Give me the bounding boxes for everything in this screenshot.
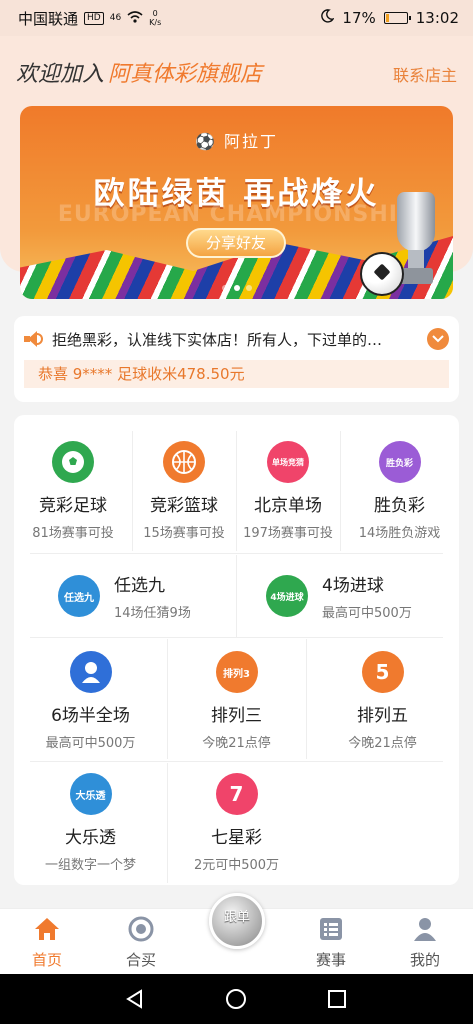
game-name: 竞彩篮球: [150, 496, 218, 516]
status-bar: 中国联通 HD 46 0 K/s 17% 13:02: [0, 0, 473, 36]
pailie-three-icon: 排列3: [215, 651, 258, 693]
game-name: 胜负彩: [374, 496, 425, 516]
game-lotto[interactable]: 大乐透 大乐透 一组数字一个梦: [14, 773, 167, 873]
network-speed: 0 K/s: [149, 9, 162, 27]
speaker-icon: [24, 330, 44, 348]
home-circle-icon[interactable]: [225, 988, 247, 1014]
banner-brand: ⚽ 阿拉丁: [194, 132, 279, 151]
game-win-lose[interactable]: 胜负彩 胜负彩 14场胜负游戏: [340, 441, 459, 541]
four-goals-icon: 4场进球: [266, 575, 308, 617]
beijing-single-icon: 单场竞猜: [267, 441, 309, 483]
tab-matches[interactable]: 赛事: [296, 915, 366, 970]
game-name: 4场进球: [322, 576, 384, 596]
battery-percent: 17%: [342, 9, 376, 27]
pick-nine-icon: 任选九: [58, 575, 100, 617]
game-subtitle: 14场胜负游戏: [358, 526, 441, 541]
tab-group-buy[interactable]: 合买: [106, 915, 176, 970]
game-jingcai-basketball[interactable]: 竞彩篮球 15场赛事可投: [132, 441, 236, 541]
shop-name: 阿真体彩旗舰店: [108, 62, 263, 87]
game-name: 北京单场: [254, 496, 322, 516]
tab-mine[interactable]: 我的: [390, 915, 460, 970]
game-name: 大乐透: [65, 828, 116, 848]
banner-dot[interactable]: [245, 285, 252, 291]
banner-pagination[interactable]: [20, 285, 453, 291]
game-pailie-five[interactable]: 5 排列五 今晚21点停: [306, 651, 459, 751]
welcome-prefix: 欢迎加入: [16, 62, 105, 87]
game-pick-nine[interactable]: 任选九 任选九 14场任猜9场: [58, 571, 191, 621]
game-subtitle: 15场赛事可投: [143, 526, 225, 541]
follow-order-button[interactable]: 跟单: [209, 893, 265, 949]
win-lose-icon: 胜负彩: [378, 441, 421, 483]
system-nav-bar: [0, 974, 473, 1024]
pailie-five-icon: 5: [361, 651, 404, 693]
game-name: 任选九: [114, 576, 165, 596]
game-beijing-single[interactable]: 单场竞猜 北京单场 197场赛事可投: [236, 441, 340, 541]
game-name: 6场半全场: [51, 706, 130, 726]
notice-card: 拒绝黑彩，认准线下实体店！所有人，下过单的… 恭喜 9**** 足球收米478.…: [14, 316, 459, 402]
welcome-title: 欢迎加入 阿真体彩旗舰店: [16, 56, 262, 88]
share-friends-button[interactable]: 分享好友: [186, 228, 286, 258]
wifi-icon: [127, 9, 143, 27]
games-grid: 竞彩足球 81场赛事可投 竞彩篮球 15场赛事可投 单场竞猜 北京单场 197场…: [14, 415, 459, 885]
signal-icon: 46: [109, 12, 122, 23]
game-subtitle: 2元可中500万: [193, 858, 280, 873]
game-name: 竞彩足球: [39, 496, 107, 516]
banner-dot-active[interactable]: [233, 285, 240, 291]
game-name: 排列三: [211, 706, 262, 726]
ball-logo-icon: ⚽: [194, 132, 224, 151]
moon-icon: [320, 9, 335, 27]
basketball-icon: [163, 441, 205, 483]
game-name: 排列五: [357, 706, 408, 726]
lotto-icon: 大乐透: [69, 773, 112, 815]
clock: 13:02: [415, 9, 459, 27]
tab-label: 合买: [125, 951, 156, 969]
game-subtitle: 14场任猜9场: [114, 606, 191, 621]
game-name: 七星彩: [211, 828, 262, 848]
tab-label: 首页: [31, 951, 62, 969]
home-icon: [33, 915, 61, 943]
carrier-name: 中国联通: [18, 9, 79, 28]
user-icon: [411, 915, 439, 943]
game-subtitle: 197场赛事可投: [243, 526, 333, 541]
banner-dot[interactable]: [221, 285, 228, 291]
banner-ghost-text: EUROPEAN CHAMPIONSHIP: [57, 202, 416, 227]
game-subtitle: 81场赛事可投: [32, 526, 114, 541]
back-icon[interactable]: [124, 988, 146, 1014]
game-subtitle: 最高可中500万: [45, 736, 136, 751]
contact-owner-link[interactable]: 联系店主: [393, 62, 457, 86]
tab-home[interactable]: 首页: [12, 915, 82, 970]
hd-icon: HD: [84, 11, 104, 25]
six-halffull-icon: [69, 651, 112, 693]
tab-label: 我的: [409, 951, 440, 969]
battery-icon: [383, 12, 411, 24]
game-jingcai-football[interactable]: 竞彩足球 81场赛事可投: [14, 441, 132, 541]
recents-icon[interactable]: [326, 988, 348, 1014]
game-pailie-three[interactable]: 排列3 排列三 今晚21点停: [167, 651, 306, 751]
game-seven-star[interactable]: 7 七星彩 2元可中500万: [167, 773, 306, 873]
game-subtitle: 一组数字一个梦: [44, 858, 136, 873]
football-icon: [52, 441, 94, 483]
target-icon: [127, 915, 155, 943]
game-four-goals[interactable]: 4场进球 4场进球 最高可中500万: [266, 571, 412, 621]
promo-banner[interactable]: ⚽ 阿拉丁 欧陆绿茵 再战烽火 EUROPEAN CHAMPIONSHIP 分享…: [20, 106, 453, 299]
game-subtitle: 今晚21点停: [348, 736, 417, 751]
winner-ticker: 恭喜 9**** 足球收米478.50元: [24, 360, 449, 388]
chevron-down-icon[interactable]: [427, 328, 449, 350]
seven-star-icon: 7: [215, 773, 258, 815]
notice-text[interactable]: 拒绝黑彩，认准线下实体店！所有人，下过单的…: [52, 329, 419, 350]
follow-order-label: 跟单: [223, 910, 250, 925]
tab-label: 赛事: [315, 951, 346, 969]
game-subtitle: 今晚21点停: [202, 736, 271, 751]
list-icon: [317, 915, 345, 943]
game-six-halffull[interactable]: 6场半全场 最高可中500万: [14, 651, 167, 751]
game-subtitle: 最高可中500万: [322, 606, 412, 621]
